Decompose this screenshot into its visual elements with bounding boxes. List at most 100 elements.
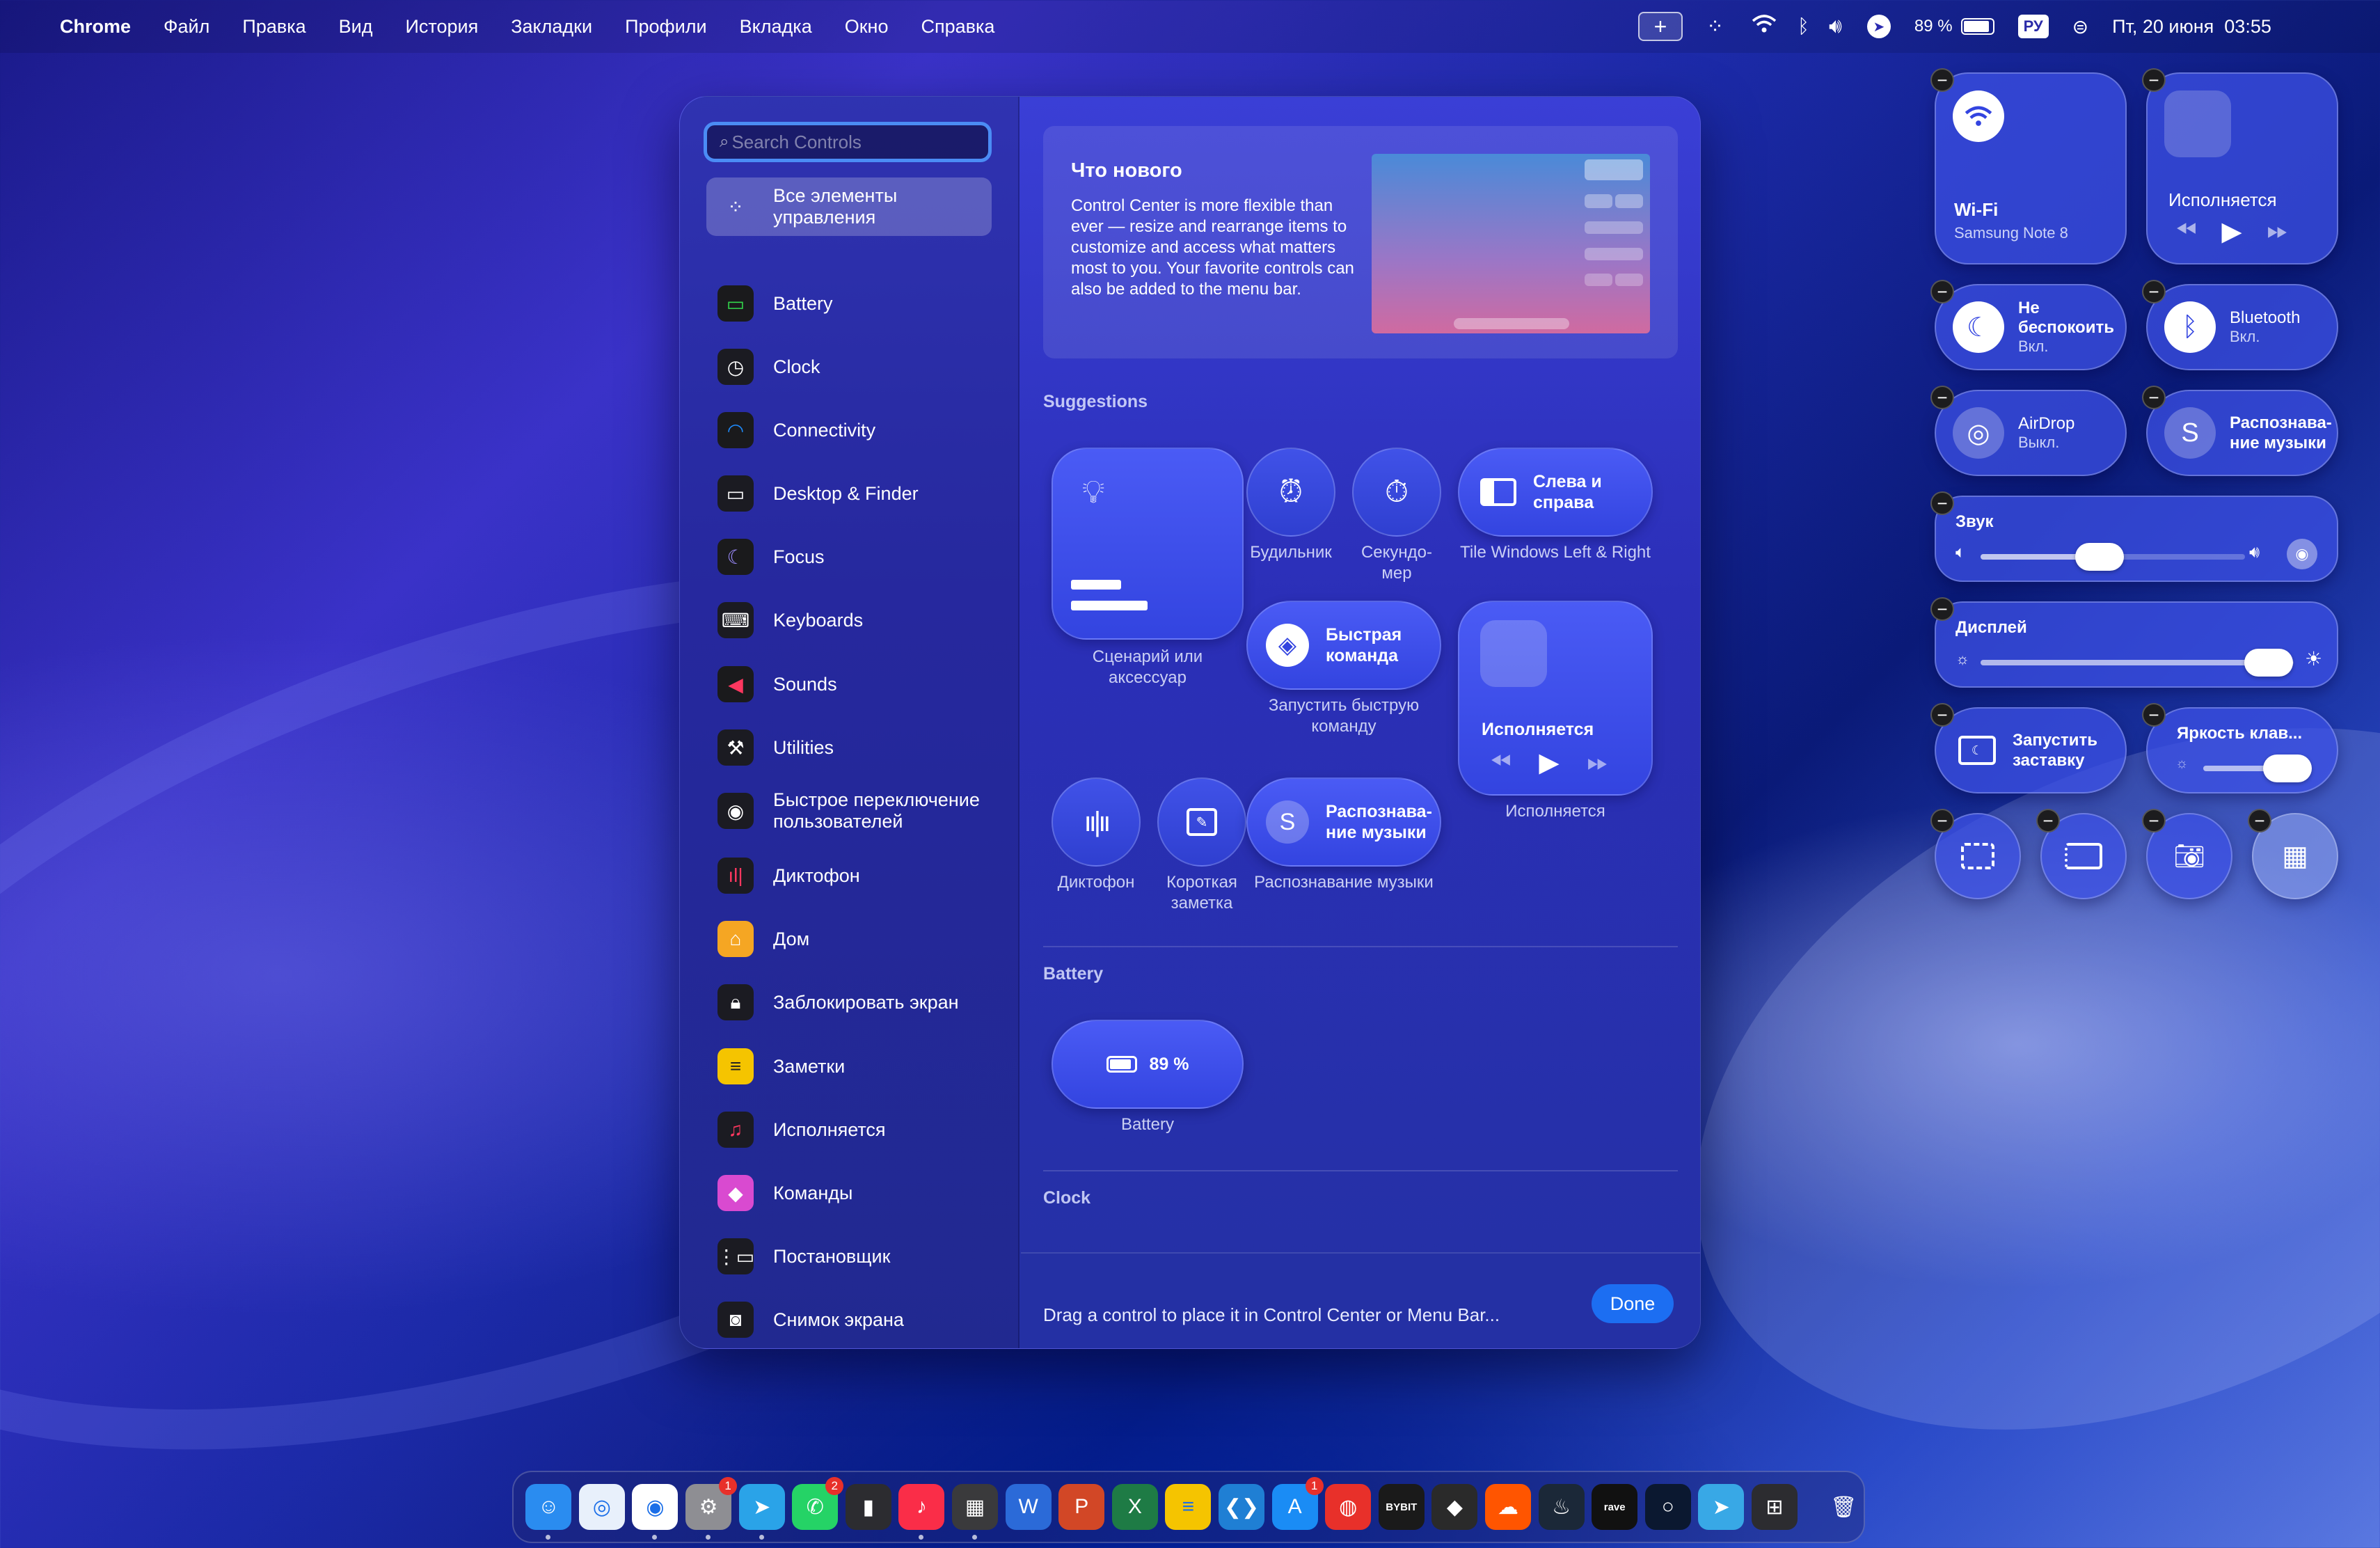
dock-app-launchpad[interactable]: ⊞ <box>1751 1484 1798 1530</box>
play-icon[interactable]: ▶ <box>2221 216 2242 247</box>
dock-app-app[interactable]: ○ <box>1644 1484 1691 1530</box>
menu-edit[interactable]: Правка <box>242 16 306 38</box>
remove-control-icon[interactable]: − <box>2142 809 2166 832</box>
remove-control-icon[interactable]: − <box>1930 386 1954 409</box>
menu-profiles[interactable]: Профили <box>625 16 707 38</box>
shortcut-control[interactable]: ◈ Быстрая команда <box>1246 601 1441 690</box>
dock-app-whatsapp[interactable]: ✆ 2 <box>792 1477 844 1530</box>
sidebar-item-now-playing[interactable]: ♫ Исполняется <box>706 1100 992 1159</box>
now-playing-control[interactable]: Исполняется ⏪︎ ▶ ⏩︎ <box>1458 601 1653 796</box>
done-button[interactable]: Done <box>1592 1284 1674 1323</box>
bluetooth-tile[interactable]: ᛒ Bluetooth Вкл. <box>2146 284 2338 370</box>
control-grid-icon[interactable]: ⁘ <box>1706 15 1724 39</box>
search-field[interactable]: ⌕ <box>704 122 992 162</box>
display-tile[interactable]: Дисплей ☼ ☀︎ <box>1935 601 2338 688</box>
dock-app-telegram[interactable]: ➤ <box>1698 1484 1745 1530</box>
bluetooth-status-icon[interactable]: ᛒ <box>1798 15 1809 38</box>
dock-app-chrome[interactable]: ◉ <box>632 1484 679 1540</box>
fast-forward-icon[interactable]: ⏩︎ <box>2267 216 2288 247</box>
menu-bookmarks[interactable]: Закладки <box>511 16 592 38</box>
dock-app-telegram[interactable]: ➤ <box>738 1484 785 1540</box>
do-not-disturb-tile[interactable]: ☾ Не беспокоить Вкл. <box>1935 284 2127 370</box>
alarm-control[interactable]: ⏰︎ <box>1246 448 1335 537</box>
scene-accessory-control[interactable]: 💡︎ <box>1052 448 1244 640</box>
dock-app-app[interactable]: ◍ <box>1325 1484 1372 1530</box>
search-input[interactable] <box>731 131 983 153</box>
input-language[interactable]: РУ <box>2017 15 2049 38</box>
sidebar-item-grid[interactable]: ⁘ Все элементы управления <box>706 177 992 236</box>
fast-forward-icon[interactable]: ⏩︎ <box>1587 748 1608 777</box>
sidebar-item-user[interactable]: ◉ Быстрое переключение пользователей <box>706 782 992 840</box>
wifi-status-icon[interactable] <box>1752 14 1777 39</box>
dock-app-safari[interactable]: ◎ <box>578 1484 625 1530</box>
remove-control-icon[interactable]: − <box>1930 597 1954 621</box>
sidebar-item-wifi[interactable]: ◠ Connectivity <box>706 401 992 459</box>
wifi-tile[interactable]: Wi-Fi Samsung Note 8 <box>1935 72 2127 264</box>
dock-app-music[interactable]: ♪ <box>898 1484 945 1540</box>
battery-control[interactable]: 89 % <box>1052 1020 1244 1109</box>
sidebar-item-stage-manager[interactable]: ⋮▭ Постановщик <box>706 1227 992 1286</box>
dock-app-powerpoint[interactable]: P <box>1058 1484 1105 1530</box>
sidebar-item-shortcuts[interactable]: ◆ Команды <box>706 1164 992 1222</box>
dock-app-finder[interactable]: ☺ <box>525 1484 572 1540</box>
sidebar-item-moon[interactable]: ☾ Focus <box>706 528 992 586</box>
keyboard-brightness-knob[interactable] <box>2263 755 2312 782</box>
sidebar-item-keyboard[interactable]: ⌨ Keyboards <box>706 591 992 649</box>
remove-control-icon[interactable]: − <box>1930 280 1954 303</box>
dock-app-bybit[interactable]: BYBIT <box>1378 1484 1425 1530</box>
dock-app-system-settings[interactable]: ⚙ 1 <box>685 1477 738 1540</box>
control-center-icon[interactable]: ⊜ <box>2072 15 2088 38</box>
sidebar-item-clock[interactable]: ◷ Clock <box>706 338 992 396</box>
remove-control-icon[interactable]: − <box>2142 703 2166 727</box>
menu-app-name[interactable]: Chrome <box>60 16 131 38</box>
sidebar-item-desktop[interactable]: ▭ Desktop & Finder <box>706 464 992 523</box>
dock-app-app[interactable]: ◆ <box>1431 1484 1478 1530</box>
now-playing-tile[interactable]: Исполняется ⏪︎ ▶ ⏩︎ <box>2146 72 2338 264</box>
volume-status-icon[interactable]: 🔊︎ <box>1829 15 1842 38</box>
sidebar-item-waveform[interactable]: ıl| Диктофон <box>706 846 992 905</box>
keyboard-brightness-tile[interactable]: Яркость клав... ☼ <box>2146 707 2338 793</box>
dock-app-soundcloud[interactable]: ☁ <box>1484 1484 1531 1530</box>
sidebar-item-lock[interactable]: 🔒︎ Заблокировать экран <box>706 973 992 1032</box>
rewind-icon[interactable]: ⏪︎ <box>1490 748 1511 777</box>
menu-help[interactable]: Справка <box>921 16 994 38</box>
dock-app-vs-code[interactable]: ❮❯ <box>1219 1484 1265 1530</box>
add-control-icon[interactable]: + <box>1638 12 1683 41</box>
remove-control-icon[interactable]: − <box>2248 809 2271 832</box>
rewind-icon[interactable]: ⏪︎ <box>2175 216 2196 247</box>
quick-note-control[interactable]: ✎ <box>1157 777 1246 867</box>
menu-tab[interactable]: Вкладка <box>740 16 812 38</box>
menu-history[interactable]: История <box>405 16 478 38</box>
menu-file[interactable]: Файл <box>164 16 209 38</box>
brightness-knob[interactable] <box>2244 649 2293 677</box>
sidebar-item-battery[interactable]: ▭ Battery <box>706 274 992 333</box>
shazam-control[interactable]: S Распознава-ние музыки <box>1246 777 1441 867</box>
dock-app-app-store[interactable]: A1 <box>1271 1477 1324 1530</box>
sidebar-item-screenshot[interactable]: ◙ Снимок экрана <box>706 1290 992 1348</box>
remove-control-icon[interactable]: − <box>1930 809 1954 832</box>
menubar-clock[interactable]: Пт, 20 июня 03:55 <box>2112 16 2271 38</box>
remove-control-icon[interactable]: − <box>2142 68 2166 92</box>
airdrop-tile[interactable]: ◎ AirDrop Выкл. <box>1935 390 2127 476</box>
dock-app-app[interactable]: ▮ <box>845 1484 891 1530</box>
volume-knob[interactable] <box>2075 543 2124 571</box>
remove-control-icon[interactable]: − <box>1930 491 1954 515</box>
sound-tile[interactable]: Звук 🔈︎ 🔊︎ ◉ <box>1935 496 2338 582</box>
menu-view[interactable]: Вид <box>339 16 373 38</box>
dock-app-rave[interactable]: rave <box>1592 1484 1638 1530</box>
sidebar-item-notes[interactable]: ≡ Заметки <box>706 1037 992 1096</box>
sidebar-item-home[interactable]: ⌂ Дом <box>706 910 992 968</box>
tile-windows-control[interactable]: Слева и справа <box>1458 448 1653 537</box>
location-status-icon[interactable]: ➤ <box>1866 15 1891 38</box>
stopwatch-control[interactable]: ⏱︎ <box>1352 448 1441 537</box>
sidebar-item-speaker[interactable]: ◀ Sounds <box>706 655 992 713</box>
menu-window[interactable]: Окно <box>845 16 889 38</box>
dock-app-trash[interactable]: 🗑 <box>1820 1484 1866 1530</box>
remove-control-icon[interactable]: − <box>1930 68 1954 92</box>
voice-memo-control[interactable]: ıı|ıı <box>1052 777 1141 867</box>
battery-status-icon[interactable] <box>1960 18 1994 35</box>
dock-app-excel[interactable]: X <box>1111 1484 1158 1530</box>
dock-app-calculator[interactable]: ▦ <box>952 1484 999 1540</box>
dock-app-steam[interactable]: ♨ <box>1538 1484 1585 1530</box>
airplay-audio-icon[interactable]: ◉ <box>2287 539 2317 569</box>
